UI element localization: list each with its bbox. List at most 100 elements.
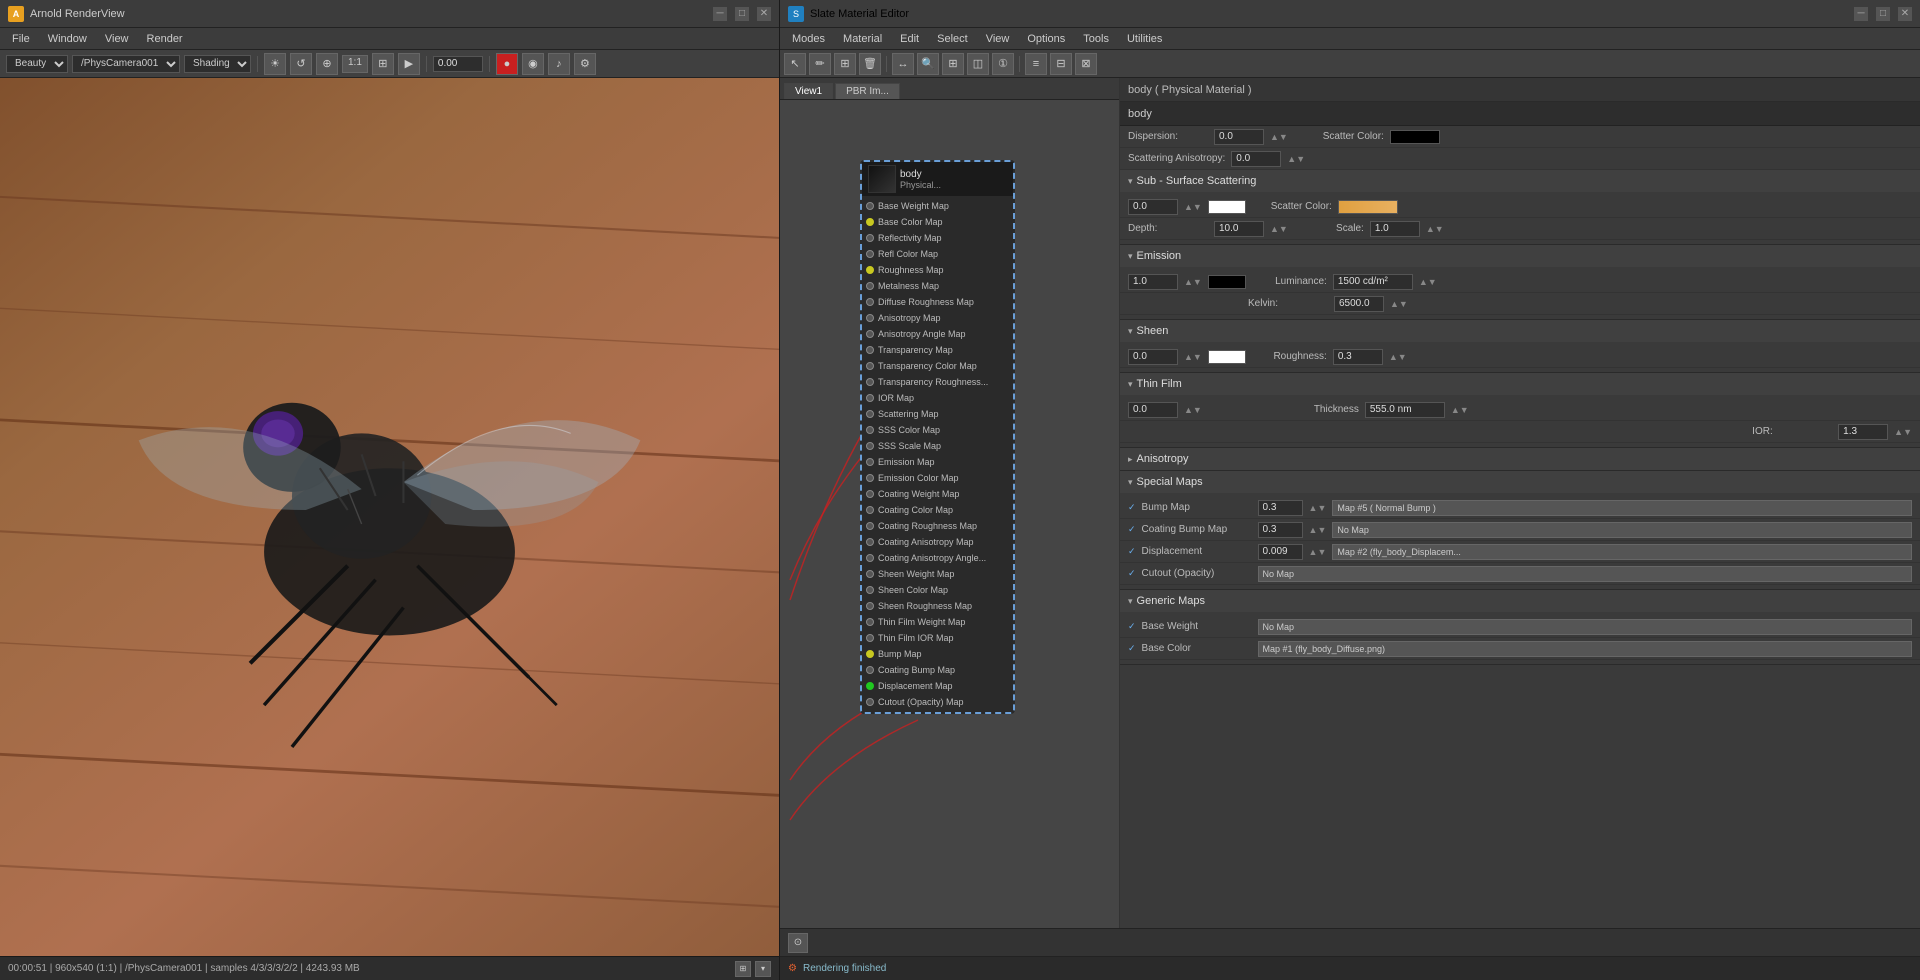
number-btn[interactable]: ① bbox=[992, 53, 1014, 75]
menu-select[interactable]: Select bbox=[929, 31, 976, 47]
node-layout-btn[interactable]: ⊟ bbox=[1050, 53, 1072, 75]
maximize-button[interactable]: □ bbox=[735, 7, 749, 21]
ior-spinners[interactable]: ▲▼ bbox=[1894, 427, 1912, 437]
menu-view[interactable]: View bbox=[97, 31, 137, 47]
light-btn[interactable]: ☀ bbox=[264, 53, 286, 75]
dispersion-spinners[interactable]: ▲▼ bbox=[1270, 132, 1288, 142]
scatter-color-right-swatch[interactable] bbox=[1338, 200, 1398, 214]
camera-dropdown[interactable]: /PhysCamera001 bbox=[72, 55, 180, 73]
play-btn[interactable]: ▶ bbox=[398, 53, 420, 75]
luminance-spinners[interactable]: ▲▼ bbox=[1419, 277, 1437, 287]
scattering-anisotropy-input[interactable] bbox=[1231, 151, 1281, 167]
zoom-btn[interactable]: 🔍 bbox=[917, 53, 939, 75]
emission-spinners[interactable]: ▲▼ bbox=[1184, 277, 1202, 287]
thin-film-section-header[interactable]: ▾ Thin Film bbox=[1120, 373, 1920, 395]
base-color-map-name[interactable]: Map #1 (fly_body_Diffuse.png) bbox=[1258, 641, 1912, 657]
kelvin-spinners[interactable]: ▲▼ bbox=[1390, 299, 1408, 309]
audio-btn[interactable]: ♪ bbox=[548, 53, 570, 75]
generic-maps-header[interactable]: ▾ Generic Maps bbox=[1120, 590, 1920, 612]
luminance-input[interactable] bbox=[1333, 274, 1413, 290]
roughness-sheen-input[interactable] bbox=[1333, 349, 1383, 365]
scale-input[interactable] bbox=[1370, 221, 1420, 237]
menu-window[interactable]: Window bbox=[40, 31, 95, 47]
roughness-sheen-spinners[interactable]: ▲▼ bbox=[1389, 352, 1407, 362]
anisotropy-section-header[interactable]: ▸ Anisotropy bbox=[1120, 448, 1920, 470]
slate-minimize-button[interactable]: ─ bbox=[1854, 7, 1868, 21]
bump-map-value-input[interactable] bbox=[1258, 500, 1303, 516]
menu-edit[interactable]: Edit bbox=[892, 31, 927, 47]
move-btn[interactable]: ↔ bbox=[892, 53, 914, 75]
kelvin-input[interactable] bbox=[1334, 296, 1384, 312]
shading-dropdown[interactable]: Shading bbox=[184, 55, 251, 73]
beauty-dropdown[interactable]: Beauty bbox=[6, 55, 68, 73]
menu-modes[interactable]: Modes bbox=[784, 31, 833, 47]
special-maps-header[interactable]: ▾ Special Maps bbox=[1120, 471, 1920, 493]
emission-color-swatch[interactable] bbox=[1208, 275, 1246, 289]
material-node-body[interactable]: body Physical... Base Weight Map Base Co… bbox=[860, 160, 1015, 714]
thin-film-spinners[interactable]: ▲▼ bbox=[1184, 405, 1202, 415]
record-btn[interactable]: ● bbox=[496, 53, 518, 75]
emission-section-header[interactable]: ▾ Emission bbox=[1120, 245, 1920, 267]
menu-tools[interactable]: Tools bbox=[1075, 31, 1117, 47]
sheen-value-input[interactable] bbox=[1128, 349, 1178, 365]
menu-options[interactable]: Options bbox=[1019, 31, 1073, 47]
thin-film-value-input[interactable] bbox=[1128, 402, 1178, 418]
displacement-map-name[interactable]: Map #2 (fly_body_Displacem... bbox=[1332, 544, 1912, 560]
bump-check[interactable]: ✓ bbox=[1128, 502, 1136, 513]
coating-bump-check[interactable]: ✓ bbox=[1128, 524, 1136, 535]
sss-color-swatch[interactable] bbox=[1208, 200, 1246, 214]
camera-btn[interactable]: ⊕ bbox=[316, 53, 338, 75]
thickness-spinners[interactable]: ▲▼ bbox=[1451, 405, 1469, 415]
grid-btn[interactable]: ⊞ bbox=[372, 53, 394, 75]
coating-bump-spinners[interactable]: ▲▼ bbox=[1309, 525, 1327, 535]
anisotropy-spinners[interactable]: ▲▼ bbox=[1287, 154, 1305, 164]
ior-input[interactable] bbox=[1838, 424, 1888, 440]
slate-close-button[interactable]: ✕ bbox=[1898, 7, 1912, 21]
slate-maximize-button[interactable]: □ bbox=[1876, 7, 1890, 21]
grid-view-btn[interactable]: ⊞ bbox=[942, 53, 964, 75]
select-tool-btn[interactable]: ↖ bbox=[784, 53, 806, 75]
sss-spinners[interactable]: ▲▼ bbox=[1184, 202, 1202, 212]
bump-map-name[interactable]: Map #5 ( Normal Bump ) bbox=[1332, 500, 1912, 516]
coating-bump-map-name[interactable]: No Map bbox=[1332, 522, 1912, 538]
cutout-map-name[interactable]: No Map bbox=[1258, 566, 1912, 582]
scale-spinners[interactable]: ▲▼ bbox=[1426, 224, 1444, 234]
sheen-section-header[interactable]: ▾ Sheen bbox=[1120, 320, 1920, 342]
depth-spinners[interactable]: ▲▼ bbox=[1270, 224, 1288, 234]
graph-tab-view1[interactable]: View1 bbox=[784, 83, 833, 99]
graph-tab-pbr[interactable]: PBR Im... bbox=[835, 83, 900, 99]
base-weight-check[interactable]: ✓ bbox=[1128, 621, 1136, 632]
dispersion-input[interactable] bbox=[1214, 129, 1264, 145]
binoculars-btn[interactable]: ⊙ bbox=[788, 933, 808, 953]
displacement-value-input[interactable] bbox=[1258, 544, 1303, 560]
close-button[interactable]: ✕ bbox=[757, 7, 771, 21]
thickness-input[interactable] bbox=[1365, 402, 1445, 418]
settings-btn[interactable]: ⚙ bbox=[574, 53, 596, 75]
sheen-color-swatch[interactable] bbox=[1208, 350, 1246, 364]
depth-input[interactable] bbox=[1214, 221, 1264, 237]
sheen-spinners[interactable]: ▲▼ bbox=[1184, 352, 1202, 362]
menu-material[interactable]: Material bbox=[835, 31, 890, 47]
menu-render[interactable]: Render bbox=[139, 31, 191, 47]
sss-section-header[interactable]: ▾ Sub - Surface Scattering bbox=[1120, 170, 1920, 192]
minimize-button[interactable]: ─ bbox=[713, 7, 727, 21]
status-expand-btn[interactable]: ⊞ bbox=[735, 961, 751, 977]
displacement-check[interactable]: ✓ bbox=[1128, 546, 1136, 557]
coating-bump-value-input[interactable] bbox=[1258, 522, 1303, 538]
emission-value-input[interactable] bbox=[1128, 274, 1178, 290]
connect-btn[interactable]: ⊞ bbox=[834, 53, 856, 75]
value-input[interactable] bbox=[433, 56, 483, 72]
cutout-check[interactable]: ✓ bbox=[1128, 568, 1136, 579]
menu-view[interactable]: View bbox=[978, 31, 1018, 47]
layout-btn[interactable]: ≡ bbox=[1025, 53, 1047, 75]
refresh-btn[interactable]: ↺ bbox=[290, 53, 312, 75]
displacement-spinners[interactable]: ▲▼ bbox=[1309, 547, 1327, 557]
bump-spinners[interactable]: ▲▼ bbox=[1309, 503, 1327, 513]
menu-file[interactable]: File bbox=[4, 31, 38, 47]
status-collapse-btn[interactable]: ▾ bbox=[755, 961, 771, 977]
checker-btn[interactable]: ◫ bbox=[967, 53, 989, 75]
base-color-check[interactable]: ✓ bbox=[1128, 643, 1136, 654]
scatter-color-swatch[interactable] bbox=[1390, 130, 1440, 144]
menu-utilities[interactable]: Utilities bbox=[1119, 31, 1170, 47]
delete-btn[interactable]: 🗑 bbox=[859, 53, 881, 75]
